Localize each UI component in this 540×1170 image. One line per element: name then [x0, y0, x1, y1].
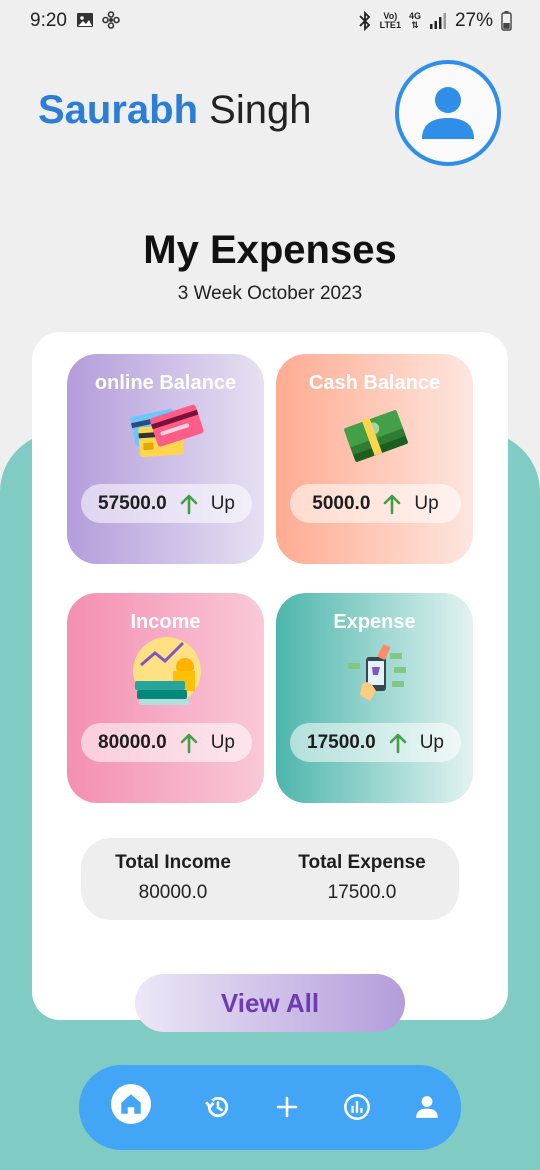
expense-trend: Up: [419, 731, 444, 753]
status-left-icons: [76, 11, 120, 29]
history-icon: [205, 1096, 229, 1118]
nav-home-bg: [111, 1084, 151, 1124]
network-type: 4G ⇅: [408, 11, 421, 30]
arrow-up-icon: [389, 733, 406, 753]
total-income-label: Total Income: [115, 852, 231, 873]
view-all-button[interactable]: View All: [135, 974, 405, 1032]
arrow-up-icon: [180, 733, 197, 753]
total-expense: Total Expense 17500.0: [282, 852, 442, 904]
bluetooth-icon: [358, 11, 370, 31]
totals-summary: Total Income 80000.0 Total Expense 17500…: [81, 838, 459, 920]
cash-balance-value: 5000.0: [312, 492, 371, 514]
online-balance-value: 57500.0: [98, 492, 167, 514]
user-name: Saurabh Singh: [38, 88, 311, 133]
online-balance-trend: Up: [210, 492, 235, 514]
tile-title: Income: [130, 611, 201, 633]
tile-title: online Balance: [94, 372, 237, 394]
total-income: Total Income 80000.0: [93, 852, 253, 904]
arrow-up-icon: [180, 494, 197, 514]
income-value: 80000.0: [98, 731, 167, 753]
person-icon: [422, 87, 474, 139]
page-subtitle: 3 Week October 2023: [177, 283, 363, 304]
tile-title: Cash Balance: [308, 372, 441, 394]
nav-history[interactable]: [194, 1083, 242, 1131]
cash-balance-trend: Up: [414, 492, 439, 514]
page-title: My Expenses: [143, 228, 397, 272]
income-tile[interactable]: Income 80000.0 Up: [67, 593, 264, 803]
nav-add[interactable]: [263, 1083, 311, 1131]
user-last-name: Singh: [209, 88, 312, 132]
arrow-up-icon: [384, 494, 401, 514]
bottom-nav: [79, 1065, 461, 1150]
chart-icon: [344, 1094, 370, 1120]
status-bar: 9:20 Vo) LTE1 4G ⇅ 27%: [0, 0, 540, 44]
total-expense-value: 17500.0: [327, 882, 397, 903]
online-balance-tile[interactable]: online Balance 57500.0 Up: [67, 354, 264, 564]
cash-balance-pill: 5000.0 Up: [290, 484, 461, 523]
profile-icon: [416, 1096, 438, 1118]
mobile-shopping-illustration: [348, 644, 406, 701]
gallery-icon: [77, 13, 93, 27]
expense-tile[interactable]: Expense 17500.0 Up: [276, 593, 473, 803]
cash-stack-illustration: [344, 410, 408, 462]
tile-title: Expense: [333, 611, 416, 633]
home-icon: [121, 1094, 141, 1114]
data-arrows-icon: ⇅: [411, 20, 419, 30]
signal-icon: [429, 13, 446, 29]
total-income-value: 80000.0: [138, 882, 208, 903]
nav-profile[interactable]: [403, 1083, 451, 1131]
battery-icon: [501, 11, 512, 31]
income-pill: 80000.0 Up: [81, 723, 252, 762]
user-first-name: Saurabh: [38, 88, 199, 132]
income-trend: Up: [210, 731, 235, 753]
expense-value: 17500.0: [307, 731, 376, 753]
pinwheel-icon: [102, 11, 120, 29]
summary-card: online Balance 57500.0 Up Cash Balance 5…: [32, 332, 508, 1020]
nav-stats[interactable]: [333, 1083, 381, 1131]
coins-growth-illustration: [133, 637, 201, 705]
status-time: 9:20: [30, 10, 67, 31]
profile-avatar-button[interactable]: [395, 60, 501, 166]
battery-percent: 27%: [454, 10, 493, 31]
status-right: Vo) LTE1 4G ⇅ 27%: [358, 10, 512, 32]
nav-home[interactable]: [109, 1082, 153, 1126]
network-label: Vo) LTE1: [379, 11, 401, 30]
total-expense-label: Total Expense: [298, 852, 426, 873]
plus-icon: [276, 1096, 298, 1118]
cash-balance-tile[interactable]: Cash Balance 5000.0 Up: [276, 354, 473, 564]
online-balance-pill: 57500.0 Up: [81, 484, 252, 523]
expense-pill: 17500.0 Up: [290, 723, 461, 762]
credit-cards-illustration: [130, 404, 204, 458]
